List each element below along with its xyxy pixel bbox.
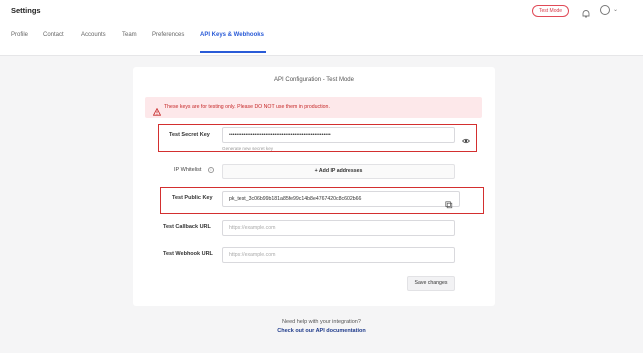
webhook-url-label: Test Webhook URL [163, 251, 213, 257]
tab-api-keys-webhooks[interactable]: API Keys & Webhooks [200, 32, 264, 38]
tab-preferences[interactable]: Preferences [152, 32, 184, 38]
test-mode-badge[interactable]: Test Mode [532, 5, 570, 17]
tab-team[interactable]: Team [122, 32, 137, 38]
secret-key-value: ••••••••••••••••••••••••••••••••••••••••… [229, 132, 331, 138]
webhook-url-placeholder: https://example.com [229, 252, 276, 258]
api-documentation-link[interactable]: Check out our API documentation [0, 328, 643, 334]
secret-key-field[interactable]: ••••••••••••••••••••••••••••••••••••••••… [222, 127, 455, 143]
public-key-field[interactable]: pk_test_3c06b99b181a85fe99c14b8e4767420c… [222, 191, 460, 207]
top-bar: Settings Test Mode ⌄ Profile Contact Acc… [0, 0, 643, 56]
generate-secret-key-link[interactable]: Generate new secret key [222, 146, 273, 151]
tab-profile[interactable]: Profile [11, 32, 28, 38]
chevron-down-icon[interactable]: ⌄ [613, 6, 618, 13]
add-ip-button[interactable]: + Add IP addresses [222, 164, 455, 179]
copy-icon[interactable] [445, 196, 453, 214]
callback-url-input[interactable]: https://example.com [222, 220, 455, 236]
bell-icon[interactable] [581, 6, 591, 18]
callback-url-placeholder: https://example.com [229, 225, 276, 231]
help-text: Need help with your integration? [282, 319, 361, 325]
test-warning-alert: These keys are for testing only. Please … [145, 97, 482, 118]
save-changes-button[interactable]: Save changes [407, 276, 455, 291]
tab-accounts[interactable]: Accounts [81, 32, 106, 38]
warning-icon [152, 103, 162, 116]
alert-message: These keys are for testing only. Please … [164, 104, 330, 110]
active-tab-underline [200, 51, 266, 53]
user-avatar-icon[interactable] [600, 5, 610, 15]
page-title: Settings [11, 6, 41, 15]
public-key-value: pk_test_3c06b99b181a85fe99c14b8e4767420c… [229, 196, 362, 202]
eye-icon[interactable] [462, 132, 470, 150]
ip-whitelist-label: IP Whitelist [174, 167, 202, 173]
info-icon[interactable]: i [208, 167, 214, 173]
callback-url-label: Test Callback URL [163, 224, 211, 230]
card-title: API Configuration - Test Mode [274, 77, 354, 83]
secret-key-label: Test Secret Key [169, 132, 210, 138]
public-key-label: Test Public Key [172, 195, 213, 201]
tab-contact[interactable]: Contact [43, 32, 64, 38]
webhook-url-input[interactable]: https://example.com [222, 247, 455, 263]
